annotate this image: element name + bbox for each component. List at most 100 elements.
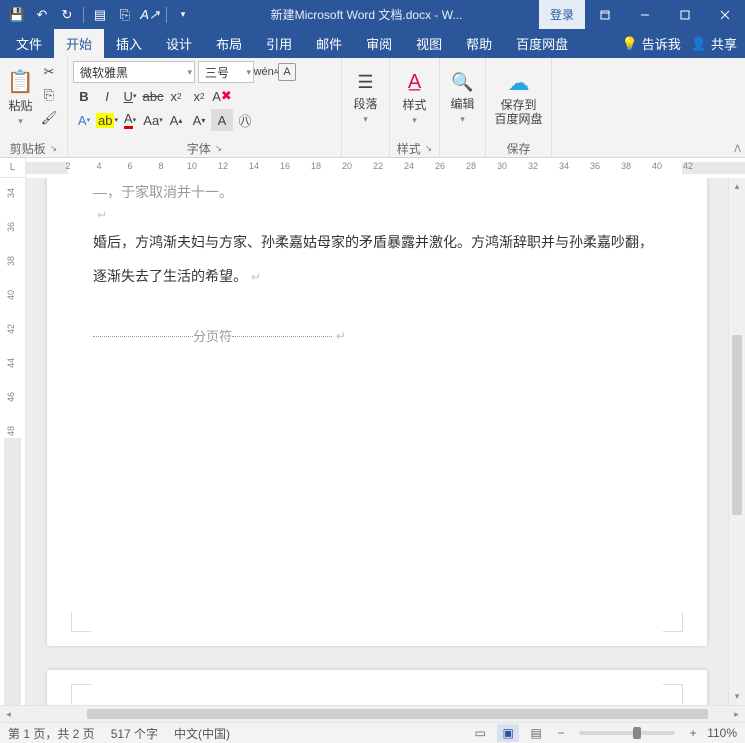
tab-file[interactable]: 文件 xyxy=(4,29,54,58)
clipboard-group-label: 剪贴板 xyxy=(10,140,46,157)
find-icon: 🔍 xyxy=(451,72,473,93)
qat-separator xyxy=(83,7,84,23)
clear-format-icon[interactable]: A✖ xyxy=(211,85,233,107)
maximize-icon[interactable] xyxy=(665,0,705,29)
tab-design[interactable]: 设计 xyxy=(154,29,204,58)
save-to-baidu-button[interactable]: ☁ 保存到 百度网盘 xyxy=(491,61,546,135)
web-layout-icon[interactable]: ▤ xyxy=(525,724,547,742)
paragraph-mark-icon: ↵ xyxy=(97,208,107,222)
tab-references[interactable]: 引用 xyxy=(254,29,304,58)
scroll-right-icon[interactable]: ▸ xyxy=(728,706,745,722)
qat-more-icon[interactable]: ▾ xyxy=(172,4,194,26)
page-1: —，于家取消并十一。 ↵ 婚后，方鸿渐夫妇与方家、孙柔嘉姑母家的矛盾暴露并激化。… xyxy=(47,178,707,646)
undo-icon[interactable]: ↶ xyxy=(31,4,53,26)
subscript-icon[interactable]: x2 xyxy=(165,85,187,107)
minimize-icon[interactable] xyxy=(625,0,665,29)
scroll-down-icon[interactable]: ▾ xyxy=(729,688,745,705)
text-effects-icon[interactable]: A▾ xyxy=(73,109,95,131)
tab-baidu[interactable]: 百度网盘 xyxy=(504,29,580,58)
tab-insert[interactable]: 插入 xyxy=(104,29,154,58)
zoom-slider[interactable] xyxy=(579,731,675,735)
tab-home[interactable]: 开始 xyxy=(54,29,104,58)
tab-help[interactable]: 帮助 xyxy=(454,29,504,58)
share-button[interactable]: 👤共享 xyxy=(691,34,737,53)
page-count[interactable]: 第 1 页，共 2 页 xyxy=(8,725,95,742)
editing-button[interactable]: 🔍 编辑 ▾ xyxy=(445,61,480,135)
styles-icon: A̲ xyxy=(408,71,421,94)
close-icon[interactable] xyxy=(705,0,745,29)
tab-mailings[interactable]: 邮件 xyxy=(304,29,354,58)
copy-icon[interactable]: ⎘ xyxy=(38,84,60,106)
enclose-char-icon[interactable]: ㊇ xyxy=(234,109,256,131)
word-count[interactable]: 517 个字 xyxy=(111,725,158,742)
font-group-label: 字体 xyxy=(187,140,211,157)
crop-mark xyxy=(663,612,683,632)
shrink-font-icon[interactable]: A▾ xyxy=(188,109,210,131)
change-case-icon[interactable]: Aa▾ xyxy=(142,109,164,131)
vertical-ruler[interactable]: 3436384042444648 xyxy=(0,178,26,705)
paste-label: 粘贴 xyxy=(8,97,32,114)
crop-mark xyxy=(663,684,683,704)
strikethrough-icon[interactable]: abc xyxy=(142,85,164,107)
paragraph-button[interactable]: ☰ 段落 ▾ xyxy=(347,61,384,135)
collapse-ribbon-icon[interactable]: ᐱ xyxy=(734,144,741,155)
tab-selector[interactable]: L xyxy=(0,158,26,178)
ribbon-display-icon[interactable] xyxy=(585,0,625,29)
tab-view[interactable]: 视图 xyxy=(404,29,454,58)
paste-button[interactable]: 📋 粘贴 ▾ xyxy=(5,61,36,135)
format-painter-icon[interactable]: 🖌 xyxy=(38,107,60,129)
tab-review[interactable]: 审阅 xyxy=(354,29,404,58)
qat-icon-3[interactable]: A↗ xyxy=(139,4,161,26)
font-color-icon[interactable]: A▾ xyxy=(119,109,141,131)
zoom-level[interactable]: 110% xyxy=(707,726,737,740)
font-size-select[interactable]: 三号▾ xyxy=(198,61,254,83)
horizontal-scrollbar[interactable]: ◂ ▸ xyxy=(0,705,745,722)
font-dialog-icon[interactable]: ↘ xyxy=(215,143,223,154)
body-paragraph-1[interactable]: 婚后，方鸿渐夫妇与方家、孙柔嘉姑母家的矛盾暴露并激化。方鸿渐辞职并与孙柔嘉吵翻， xyxy=(93,226,661,260)
editing-label: 编辑 xyxy=(450,95,474,112)
horizontal-ruler[interactable]: 24681012141618202224262830323436384042 xyxy=(26,158,745,178)
qat-icon-1[interactable]: ▤ xyxy=(89,4,111,26)
save-group-label: 保存 xyxy=(506,140,530,157)
zoom-out-button[interactable]: − xyxy=(553,725,569,741)
styles-button[interactable]: A̲ 样式 ▾ xyxy=(395,61,434,135)
login-button[interactable]: 登录 xyxy=(539,0,585,29)
qat-icon-2[interactable]: ⎘ xyxy=(114,4,136,26)
read-mode-icon[interactable]: ▭ xyxy=(469,724,491,742)
scrollbar-thumb[interactable] xyxy=(87,709,708,719)
styles-dialog-icon[interactable]: ↘ xyxy=(425,143,433,154)
superscript-icon[interactable]: x2 xyxy=(188,85,210,107)
print-layout-icon[interactable]: ▣ xyxy=(497,724,519,742)
underline-icon[interactable]: U▾ xyxy=(119,85,141,107)
vertical-scrollbar[interactable]: ▴ ▾ xyxy=(728,178,745,705)
chevron-down-icon: ▾ xyxy=(18,116,23,127)
char-border-icon[interactable]: A xyxy=(278,63,296,81)
redo-icon[interactable]: ↻ xyxy=(56,4,78,26)
save-icon[interactable]: 💾 xyxy=(6,4,28,26)
crop-mark xyxy=(71,612,91,632)
tell-me-button[interactable]: 💡告诉我 xyxy=(622,34,681,53)
scroll-up-icon[interactable]: ▴ xyxy=(729,178,745,195)
cloud-icon: ☁ xyxy=(508,70,530,96)
char-shading-icon[interactable]: A xyxy=(211,109,233,131)
body-paragraph-2[interactable]: 逐渐失去了生活的希望。↵ xyxy=(93,260,661,294)
lightbulb-icon: 💡 xyxy=(622,36,638,52)
language-status[interactable]: 中文(中国) xyxy=(174,725,230,742)
tab-layout[interactable]: 布局 xyxy=(204,29,254,58)
clipboard-dialog-icon[interactable]: ↘ xyxy=(50,143,58,154)
chevron-down-icon: ▾ xyxy=(412,115,417,126)
cut-icon[interactable]: ✂ xyxy=(38,61,60,83)
document-area[interactable]: —，于家取消并十一。 ↵ 婚后，方鸿渐夫妇与方家、孙柔嘉姑母家的矛盾暴露并激化。… xyxy=(26,178,728,705)
share-icon: 👤 xyxy=(691,36,707,52)
zoom-slider-thumb[interactable] xyxy=(633,727,641,739)
bold-icon[interactable]: B xyxy=(73,85,95,107)
scrollbar-thumb[interactable] xyxy=(732,335,742,515)
page-break-marker[interactable]: 分页符 ↵ xyxy=(93,321,661,352)
italic-icon[interactable]: I xyxy=(96,85,118,107)
zoom-in-button[interactable]: + xyxy=(685,725,701,741)
phonetic-guide-icon[interactable]: wénA xyxy=(255,61,277,83)
font-name-select[interactable]: 微软雅黑▾ xyxy=(73,61,195,83)
scroll-left-icon[interactable]: ◂ xyxy=(0,706,17,722)
grow-font-icon[interactable]: A▴ xyxy=(165,109,187,131)
highlight-icon[interactable]: ab▾ xyxy=(96,109,118,131)
